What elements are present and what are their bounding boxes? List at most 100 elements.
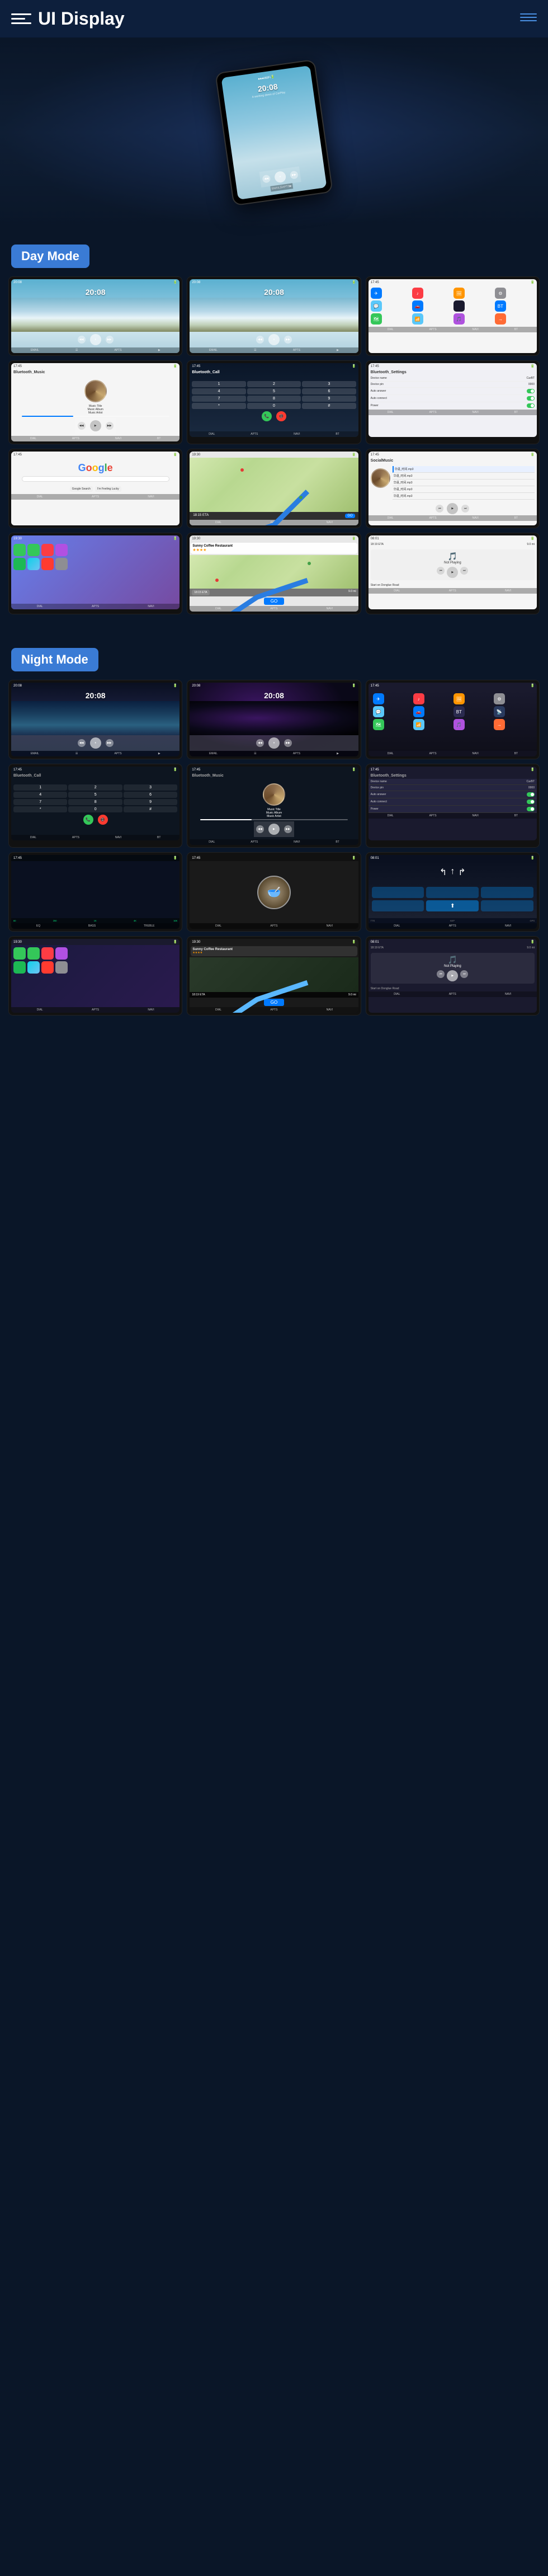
bt-next-icon[interactable]: ▶▶ [106,422,114,430]
dial-3[interactable]: 3 [302,381,356,387]
night-bt-controls[interactable]: ◀◀ ▶ ▶▶ [254,821,294,837]
prev-icon[interactable]: ◀◀ [262,175,271,184]
dial-5[interactable]: 5 [247,388,301,394]
next-icon[interactable]: ▶▶ [290,171,299,180]
night-dial-grid[interactable]: 1 2 3 4 5 6 7 8 9 * 0 # [13,784,177,812]
dial-8[interactable]: 8 [247,396,301,402]
dial-7[interactable]: 7 [192,396,245,402]
dial-9[interactable]: 9 [302,396,356,402]
app-waze-icon[interactable] [27,558,40,570]
day-next-icon-2[interactable]: ▶▶ [284,336,292,344]
social-next[interactable]: ⏭ [461,505,469,513]
night-play-2[interactable]: ⏸ [268,737,280,749]
dial-4[interactable]: 4 [192,388,245,394]
day-play-icon-2[interactable]: ⏸ [268,334,280,345]
night-dial-8[interactable]: 8 [68,799,122,805]
night-nav-btn-4[interactable] [372,900,424,911]
app-bt[interactable] [453,300,465,312]
end-call-button[interactable]: 📵 [276,411,286,421]
night-nav-btn-2[interactable] [426,887,479,898]
social-prev[interactable]: ⏮ [436,505,443,513]
night-np-controls[interactable]: ⏮ ▶ ⏭ [373,970,532,981]
night-app-msg[interactable] [27,947,40,960]
night-coffee-map[interactable] [190,957,358,992]
night-np-prev[interactable]: ⏮ [437,970,445,978]
night-app-yt[interactable] [41,961,54,974]
day-next-icon-1[interactable]: ▶▶ [106,336,114,344]
app-settings-icon-2[interactable] [55,558,68,570]
night-next-2[interactable]: ▶▶ [284,739,292,747]
dial-1[interactable]: 1 [192,381,245,387]
night-dial-0[interactable]: 0 [68,806,122,812]
night-auto-answer[interactable]: Auto answer [369,791,537,798]
auto-connect-toggle[interactable] [527,396,535,401]
night-app-phone[interactable] [13,947,26,960]
bt-play-icon[interactable]: ▶ [90,420,101,431]
night-app-carplay[interactable]: 🚗 [413,706,424,717]
day-music-controls-1[interactable]: ◀◀ ⏸ ▶▶ [11,332,179,347]
dial-0[interactable]: 0 [247,403,301,409]
night-app-telegram[interactable]: ✈ [373,693,384,704]
dial-grid[interactable]: 1 2 3 4 5 6 7 8 9 * 0 # [192,381,356,409]
np-next[interactable]: ⏭ [460,567,468,575]
day-music-controls-2[interactable]: ◀◀ ⏸ ▶▶ [190,332,358,347]
night-app-photos[interactable]: 🖼 [453,693,465,704]
night-app-waze[interactable] [27,961,40,974]
day-prev-icon-2[interactable]: ◀◀ [256,336,264,344]
night-music-controls-1[interactable]: ◀◀ ⏸ ▶▶ [11,735,179,751]
night-app-spotify[interactable] [13,961,26,974]
app-telegram[interactable]: ✈ [371,288,382,299]
play-pause-icon[interactable]: ⏸ [274,171,287,184]
social-song-2[interactable]: 华语_时间.mp3 [393,473,535,480]
app-carplay[interactable]: 🚗 [412,300,423,312]
settings-auto-answer[interactable]: Auto answer [369,388,537,395]
night-next-1[interactable]: ▶▶ [106,739,114,747]
settings-power[interactable]: Power [369,402,537,410]
settings-auto-connect[interactable]: Auto connect [369,395,537,402]
np-prev[interactable]: ⏮ [437,567,445,575]
auto-answer-toggle[interactable] [527,389,535,393]
google-search-btn[interactable]: Google Search [70,486,93,492]
night-nav-btn-center[interactable]: ⬆ [426,900,479,911]
night-dial-2[interactable]: 2 [68,784,122,791]
night-app-wechat[interactable]: 💬 [373,706,384,717]
app-youtube-icon[interactable] [41,558,54,570]
app-nav[interactable]: → [495,313,506,325]
bt-music-controls[interactable]: ◀◀ ▶ ▶▶ [75,418,116,434]
night-nav-btn-3[interactable] [481,887,533,898]
night-app-music[interactable]: ♪ [413,693,424,704]
night-auto-answer-toggle[interactable] [527,792,535,797]
app-settings-icon[interactable]: ⚙ [495,288,506,299]
call-button[interactable]: 📞 [262,411,272,421]
dial-2[interactable]: 2 [247,381,301,387]
google-lucky-btn[interactable]: I'm Feeling Lucky [95,486,121,492]
social-play[interactable]: ▶ [447,503,458,514]
app-music-icon[interactable] [41,544,54,556]
night-app-maps[interactable]: 🗺 [373,719,384,730]
night-np-next[interactable]: ⏭ [460,970,468,978]
night-bt-next[interactable]: ▶▶ [284,825,292,833]
social-controls[interactable]: ⏮ ▶ ⏭ [369,502,537,515]
night-dial-hash[interactable]: # [124,806,177,812]
night-dial-9[interactable]: 9 [124,799,177,805]
hamburger-menu-icon[interactable] [11,9,31,29]
app-messages-icon[interactable] [27,544,40,556]
np-play[interactable]: ▶ [447,567,458,578]
app-phone-icon[interactable] [13,544,26,556]
night-app-settings-2[interactable] [55,961,68,974]
night-bt-play[interactable]: ▶ [268,824,280,835]
night-dial-1[interactable]: 1 [13,784,67,791]
nav-map[interactable] [190,458,358,512]
night-app-spotify[interactable]: 🎵 [453,719,465,730]
app-wifi[interactable]: 📶 [412,313,423,325]
navigation-icon[interactable] [520,13,537,25]
night-auto-connect-toggle[interactable] [527,800,535,804]
app-spotify[interactable]: 🎵 [453,313,465,325]
not-playing-controls[interactable]: ⏮ ▶ ⏭ [373,567,532,578]
night-app-settings[interactable]: ⚙ [494,693,505,704]
night-nav-btn-1[interactable] [372,887,424,898]
app-music[interactable]: ♪ [412,288,423,299]
night-app-bt2[interactable]: 📡 [494,706,505,717]
night-dial-4[interactable]: 4 [13,792,67,798]
night-app-bt[interactable]: BT [453,706,465,717]
